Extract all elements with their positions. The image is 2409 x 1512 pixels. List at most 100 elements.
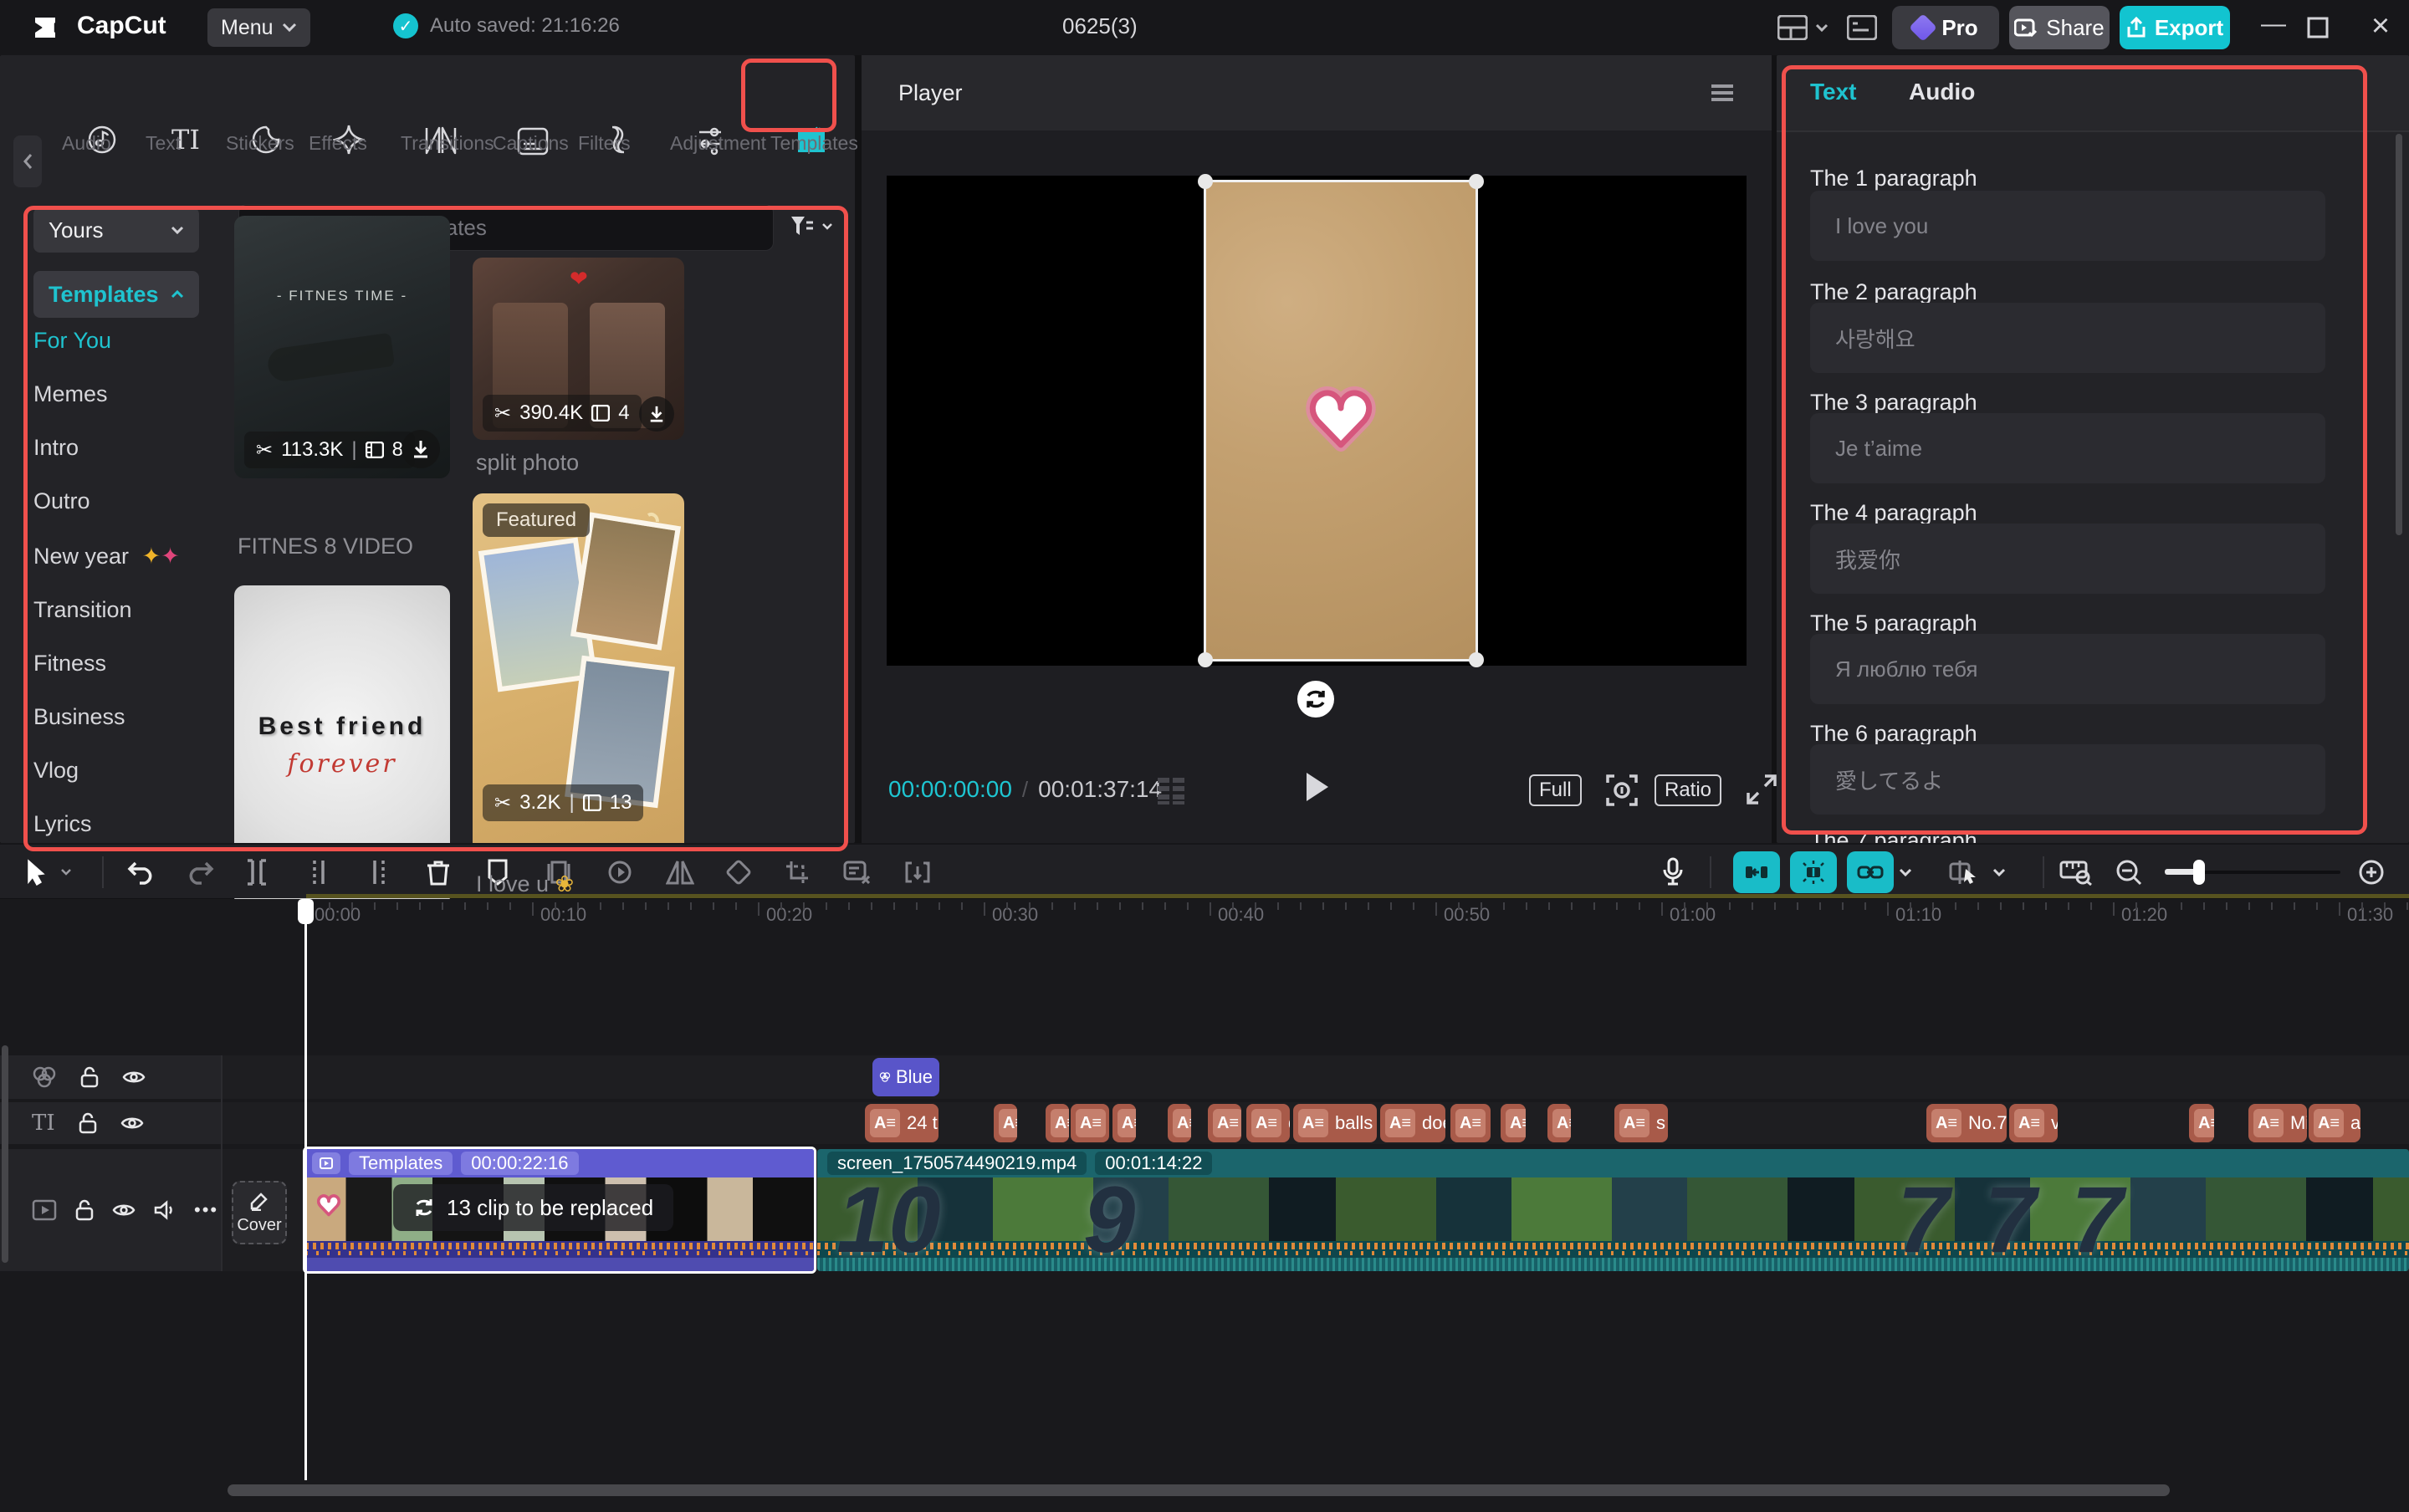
sidebar-item-templates[interactable]: Templates (33, 271, 199, 318)
text-clip[interactable]: A≡balls c (1293, 1104, 1377, 1142)
download-button[interactable] (639, 396, 674, 432)
player-menu-icon[interactable] (1710, 84, 1735, 102)
ratio-button[interactable]: Ratio (1655, 774, 1721, 806)
zoom-out-icon[interactable] (2115, 845, 2143, 900)
eye-icon[interactable] (122, 1069, 146, 1085)
selection-handle[interactable] (1469, 174, 1484, 189)
text-clip[interactable]: A≡ (2189, 1104, 2214, 1142)
snap-toggle[interactable] (1733, 851, 1780, 893)
download-button[interactable] (402, 430, 440, 468)
tab-templates[interactable]: Templates (770, 120, 851, 156)
rotate-handle[interactable] (1297, 681, 1334, 718)
timeline-ruler[interactable]: 00:0000:1000:2000:3000:4000:5001:0001:10… (0, 899, 2409, 931)
tab-effects[interactable]: Effects (309, 120, 389, 156)
undo-icon[interactable] (127, 845, 156, 900)
playhead-handle[interactable] (298, 899, 314, 924)
yours-dropdown[interactable]: Yours (33, 207, 199, 253)
storyboard-icon[interactable] (1156, 776, 1189, 806)
sidebar-item-for-you[interactable]: For You (33, 328, 201, 354)
lock-icon[interactable] (75, 1199, 94, 1221)
tab-audio[interactable]: Audio (62, 120, 142, 156)
video-frame[interactable] (1204, 180, 1478, 662)
template-card-fitnes[interactable]: - FITNES TIME - ✂ 113.3K | 8 (234, 216, 450, 478)
text-clip[interactable]: A≡doe (1380, 1104, 1445, 1142)
selection-mode-chevron[interactable] (1992, 845, 2006, 900)
text-clip[interactable]: A≡4 (1071, 1104, 1109, 1142)
sidebar-item-vlog[interactable]: Vlog (33, 758, 201, 784)
close-button[interactable]: × (2355, 8, 2406, 44)
sidebar-item-intro[interactable]: Intro (33, 435, 201, 461)
rotate-icon[interactable] (726, 845, 751, 900)
link-toggle-chevron[interactable] (1899, 845, 1912, 900)
layout-icon[interactable] (1777, 15, 1808, 40)
text-clip[interactable]: A≡ (1208, 1104, 1241, 1142)
text-clip[interactable]: A≡ (1547, 1104, 1571, 1142)
effect-clip-blue[interactable]: Blue (872, 1058, 939, 1096)
text-clip[interactable]: A≡ (1168, 1104, 1191, 1142)
paragraph-input-5[interactable]: Я люблю тебя (1810, 634, 2325, 704)
sidebar-item-fitness[interactable]: Fitness (33, 651, 201, 677)
tab-captions[interactable]: Captions (493, 120, 573, 156)
preview-axis-toggle[interactable] (1790, 851, 1837, 893)
tab-adjustment[interactable]: Adjustment (670, 120, 750, 156)
panel-scrollbar[interactable] (2396, 134, 2402, 535)
zoom-slider-handle[interactable] (2193, 860, 2205, 885)
eye-icon[interactable] (112, 1202, 136, 1218)
text-clip[interactable]: A≡v (2009, 1104, 2058, 1142)
timeline-scale-icon[interactable] (2059, 845, 2093, 900)
speaker-icon[interactable] (154, 1200, 176, 1220)
extract-audio-icon[interactable] (903, 845, 932, 900)
selection-handle[interactable] (1469, 652, 1484, 667)
text-clip[interactable]: A≡s (1614, 1104, 1668, 1142)
menu-button[interactable]: Menu (207, 8, 310, 47)
selection-handle[interactable] (1198, 652, 1213, 667)
tab-transitions[interactable]: Transitions (401, 120, 481, 156)
sidebar-item-business[interactable]: Business (33, 704, 201, 730)
text-clip[interactable]: A≡v (1450, 1104, 1491, 1142)
tab-panel-text[interactable]: Text (1810, 79, 1857, 105)
notes-icon[interactable] (1847, 15, 1877, 40)
delete-left-icon[interactable] (308, 845, 330, 900)
selection-mode-icon[interactable] (1949, 845, 1979, 900)
template-card-i-love-u[interactable]: Featured ✂ 3.2K | 13 (473, 493, 684, 861)
pro-button[interactable]: Pro (1892, 6, 1999, 49)
text-clip[interactable]: A≡d (1246, 1104, 1290, 1142)
lock-icon[interactable] (80, 1066, 99, 1088)
chevron-down-icon[interactable] (1815, 23, 1828, 32)
cover-button[interactable]: Cover (232, 1181, 287, 1244)
redo-icon[interactable] (186, 845, 214, 900)
text-clip[interactable]: A≡No.7 n (1926, 1104, 2007, 1142)
minimize-button[interactable]: — (2248, 10, 2299, 38)
mirror-icon[interactable] (666, 845, 694, 900)
tab-stickers[interactable]: Stickers (226, 120, 306, 156)
zoom-in-icon[interactable] (2357, 845, 2386, 900)
fit-zoom-icon[interactable] (1604, 773, 1639, 808)
text-clip[interactable]: A≡ (1501, 1104, 1526, 1142)
delete-icon[interactable] (427, 845, 450, 900)
export-button[interactable]: Export (2120, 6, 2230, 49)
tab-panel-audio[interactable]: Audio (1909, 79, 1975, 105)
freeze-frame-icon[interactable] (607, 845, 632, 900)
text-clip[interactable]: A≡ (1112, 1104, 1136, 1142)
split-icon[interactable] (246, 845, 268, 900)
selection-handle[interactable] (1198, 174, 1213, 189)
maximize-button[interactable] (2307, 17, 2329, 38)
crop-icon[interactable] (785, 845, 810, 900)
full-button[interactable]: Full (1529, 774, 1582, 806)
record-voiceover-icon[interactable] (1661, 845, 1685, 900)
paragraph-input-6[interactable]: 愛してるよ (1810, 744, 2325, 815)
video-clip-templates[interactable]: Templates 00:00:22:16 13 clip to be repl… (303, 1147, 816, 1274)
replace-overlay[interactable]: 13 clip to be replaced (393, 1184, 673, 1231)
sidebar-item-outro[interactable]: Outro (33, 488, 201, 514)
paragraph-input-2[interactable]: 사랑해요 (1810, 303, 2325, 373)
tracks-scrollbar[interactable] (2, 1045, 8, 1263)
paragraph-input-4[interactable]: 我爱你 (1810, 524, 2325, 594)
tab-text[interactable]: TI Text (146, 120, 226, 156)
select-tool-chevron[interactable] (60, 845, 72, 900)
collapse-panel-button[interactable] (13, 135, 42, 187)
sidebar-item-transition[interactable]: Transition (33, 597, 201, 623)
preview-canvas[interactable] (887, 176, 1747, 666)
sidebar-item-memes[interactable]: Memes (33, 381, 201, 407)
delete-caption-icon[interactable] (843, 845, 870, 900)
text-clip[interactable]: A≡ (994, 1104, 1017, 1142)
